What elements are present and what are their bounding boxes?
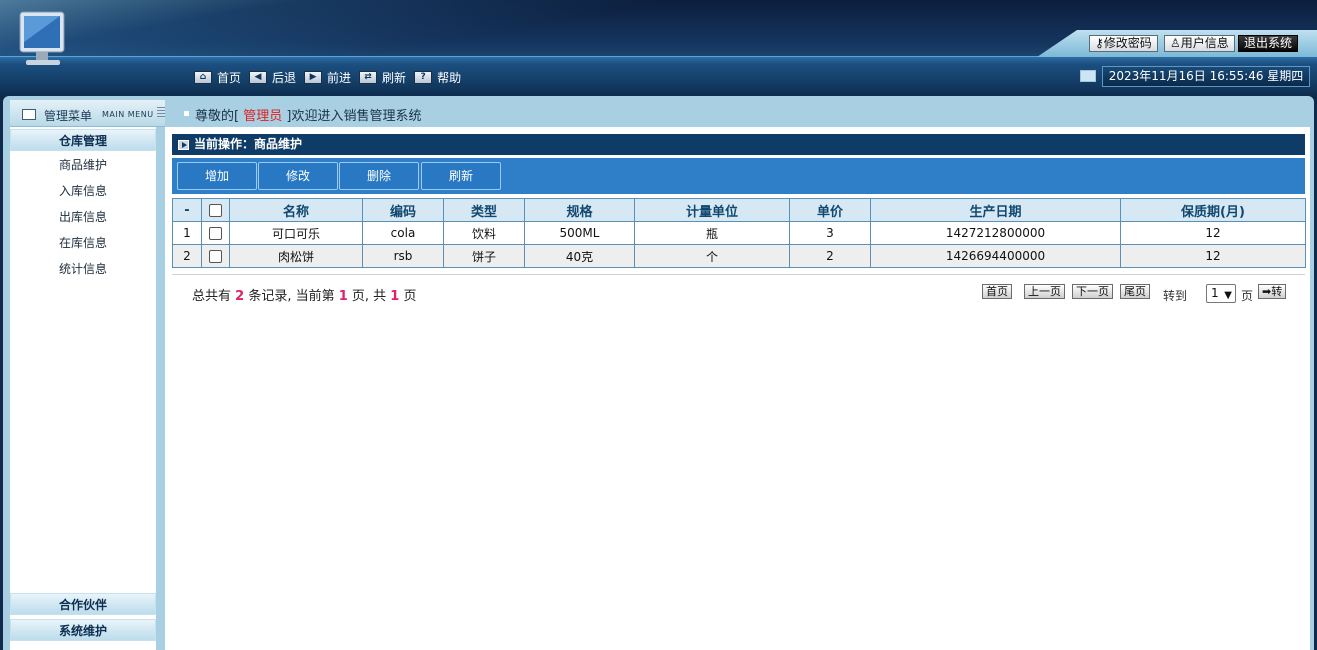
column-header-price: 单价 (789, 198, 871, 222)
column-header-shelf-life: 保质期(月) (1120, 198, 1306, 222)
cell-production-date: 1426694400000 (870, 244, 1121, 268)
column-header-spec: 规格 (524, 198, 635, 222)
menu-item-stock-in[interactable]: 入库信息 (10, 181, 156, 201)
column-header-type: 类型 (443, 198, 525, 222)
refresh-button[interactable]: 刷新 (421, 162, 501, 190)
row-checkbox[interactable] (209, 250, 222, 263)
menu-panel-icon (22, 109, 36, 120)
page-select[interactable]: 1 ▼ (1206, 284, 1236, 303)
nav-refresh[interactable]: ⇄ 刷新 (359, 69, 406, 86)
menu-item-in-stock[interactable]: 在库信息 (10, 233, 156, 253)
add-button[interactable]: 增加 (177, 162, 257, 190)
chevron-down-icon: ▼ (1224, 290, 1232, 301)
current-page: 1 (338, 289, 348, 304)
row-index: 1 (172, 221, 202, 245)
next-page-button[interactable]: 下一页 (1072, 284, 1113, 299)
change-password-button[interactable]: ⚷修改密码 (1089, 35, 1158, 52)
prev-page-button[interactable]: 上一页 (1024, 284, 1065, 299)
column-header-index: - (172, 198, 202, 222)
cell-price: 2 (789, 244, 871, 268)
arrow-right-icon: ▶ (304, 70, 323, 84)
datetime-display: 2023年11月16日 16:55:46 星期四 (1102, 66, 1310, 87)
cell-type: 饼子 (443, 244, 525, 268)
bullet-icon (184, 111, 189, 116)
user-icon: ♙ (1170, 36, 1181, 50)
cell-spec: 40克 (524, 244, 635, 268)
welcome-bar: 尊敬的[ 管理员 ]欢迎进入销售管理系统 (165, 100, 1310, 127)
home-icon: ⌂ (194, 70, 212, 84)
total-records: 2 (235, 289, 245, 304)
menu-item-product-maintenance[interactable]: 商品维护 (10, 155, 156, 175)
column-header-select (201, 198, 230, 222)
play-icon (178, 140, 189, 150)
select-all-checkbox[interactable] (209, 203, 222, 217)
goto-label: 转到 (1163, 289, 1188, 303)
row-index: 2 (172, 244, 202, 268)
table-header-row: - 名称 编码 类型 规格 计量单位 单价 生产日期 保质期(月) (172, 198, 1306, 222)
cell-name: 肉松饼 (229, 244, 363, 268)
cell-spec: 500ML (524, 221, 635, 245)
record-summary: 总共有 2 条记录, 当前第 1 页, 共 1 页 (192, 289, 417, 304)
cell-code: cola (362, 221, 444, 245)
menu-category-system[interactable]: 系统维护 (10, 619, 156, 641)
column-header-unit: 计量单位 (634, 198, 790, 222)
main-panel: 尊敬的[ 管理员 ]欢迎进入销售管理系统 当前操作：商品维护 增加 修改 删除 … (165, 100, 1310, 650)
cell-type: 饮料 (443, 221, 525, 245)
action-toolbar: 增加 修改 删除 刷新 (172, 158, 1305, 194)
row-select-cell (201, 244, 230, 268)
logout-button[interactable]: 退出系统 (1238, 35, 1299, 52)
monitor-logo-icon (19, 11, 65, 65)
cell-shelf-life: 12 (1120, 244, 1306, 268)
sidebar-toggle-icon[interactable] (157, 107, 165, 117)
refresh-icon: ⇄ (359, 70, 378, 84)
table-row[interactable]: 2 肉松饼 rsb 饼子 40克 个 2 1426694400000 12 (172, 244, 1306, 268)
header: ⚷修改密码 ♙用户信息 退出系统 ⌂ 首页 ◀ 后退 ▶ 前进 ⇄ 刷新 ? 帮… (0, 0, 1317, 96)
column-header-production-date: 生产日期 (870, 198, 1121, 222)
cell-production-date: 1427212800000 (870, 221, 1121, 245)
cell-price: 3 (789, 221, 871, 245)
first-page-button[interactable]: 首页 (982, 284, 1012, 299)
cell-code: rsb (362, 244, 444, 268)
nav-help[interactable]: ? 帮助 (414, 69, 461, 86)
column-header-code: 编码 (362, 198, 444, 222)
welcome-message: 尊敬的[ 管理员 ]欢迎进入销售管理系统 (195, 109, 422, 124)
page-unit-label: 页 (1241, 289, 1254, 303)
product-table: - 名称 编码 类型 规格 计量单位 单价 生产日期 保质期(月) 1 可口可乐… (172, 198, 1306, 268)
nav-toolbar: ⌂ 首页 ◀ 后退 ▶ 前进 ⇄ 刷新 ? 帮助 (194, 68, 465, 86)
sidebar-subtitle: MAIN MENU (102, 110, 154, 119)
divider (172, 274, 1305, 275)
edit-button[interactable]: 修改 (258, 162, 338, 190)
menu-item-statistics[interactable]: 统计信息 (10, 259, 156, 279)
help-icon: ? (414, 70, 433, 84)
sidebar: 管理菜单 MAIN MENU 仓库管理 商品维护 入库信息 出库信息 在库信息 … (10, 100, 166, 650)
column-header-name: 名称 (229, 198, 363, 222)
menu-category-warehouse[interactable]: 仓库管理 (10, 129, 156, 151)
go-button[interactable]: ➡转 (1258, 284, 1287, 299)
menu-item-stock-out[interactable]: 出库信息 (10, 207, 156, 227)
current-operation: 当前操作：商品维护 (194, 137, 303, 151)
user-role: 管理员 (243, 109, 283, 124)
computer-icon (1080, 70, 1096, 82)
menu-category-partners[interactable]: 合作伙伴 (10, 593, 156, 615)
cell-unit: 个 (634, 244, 790, 268)
nav-back[interactable]: ◀ 后退 (249, 69, 296, 86)
current-operation-bar: 当前操作：商品维护 (172, 134, 1305, 155)
arrow-left-icon: ◀ (249, 70, 268, 84)
row-checkbox[interactable] (209, 227, 222, 240)
delete-button[interactable]: 删除 (339, 162, 419, 190)
table-row[interactable]: 1 可口可乐 cola 饮料 500ML 瓶 3 1427212800000 1… (172, 221, 1306, 245)
sidebar-title: 管理菜单 (44, 109, 93, 123)
sidebar-header: 管理菜单 MAIN MENU (10, 100, 166, 127)
nav-home[interactable]: ⌂ 首页 (194, 69, 241, 86)
nav-forward[interactable]: ▶ 前进 (304, 69, 351, 86)
cell-shelf-life: 12 (1120, 221, 1306, 245)
row-select-cell (201, 221, 230, 245)
cell-unit: 瓶 (634, 221, 790, 245)
cell-name: 可口可乐 (229, 221, 363, 245)
total-pages: 1 (390, 289, 400, 304)
key-icon: ⚷ (1095, 36, 1104, 50)
user-info-button[interactable]: ♙用户信息 (1164, 35, 1235, 52)
last-page-button[interactable]: 尾页 (1120, 284, 1150, 299)
